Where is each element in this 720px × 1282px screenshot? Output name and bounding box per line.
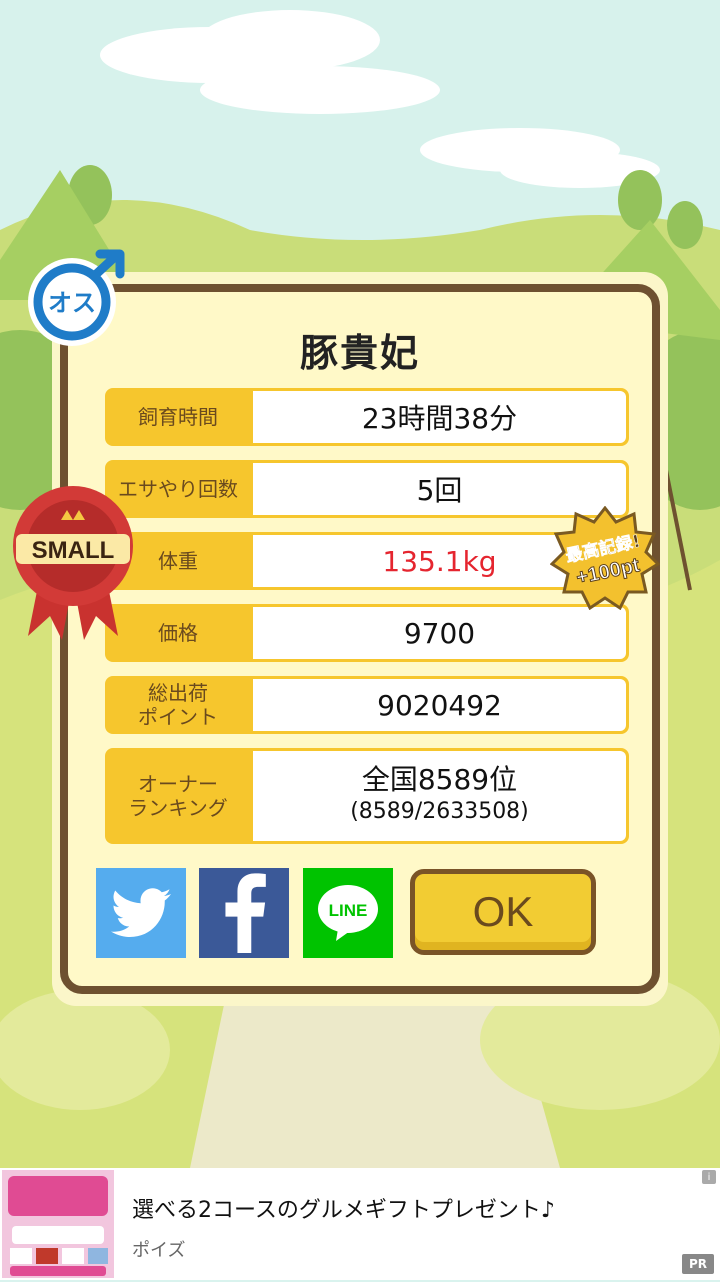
line-share-button[interactable]: LINE bbox=[303, 868, 393, 958]
best-record-badge: 最高記録! +100pt bbox=[549, 505, 661, 611]
line-label: LINE bbox=[329, 901, 368, 920]
ad-brand: ポイズ bbox=[132, 1240, 186, 1261]
ad-pr-label: PR bbox=[682, 1254, 714, 1274]
rosette-icon: SMALL bbox=[13, 486, 133, 640]
facebook-share-button[interactable] bbox=[199, 868, 289, 958]
row-breeding-time: 飼育時間 23時間38分 bbox=[105, 388, 629, 446]
size-label: SMALL bbox=[32, 537, 115, 564]
gender-label: オス bbox=[48, 289, 96, 317]
ad-title[interactable]: 選べる2コースのグルメギフトプレゼント♪ bbox=[132, 1192, 555, 1224]
row-price: 価格 9700 bbox=[105, 604, 629, 662]
row-value: 9020492 bbox=[253, 679, 626, 731]
ad-image bbox=[2, 1170, 114, 1278]
twitter-share-button[interactable] bbox=[96, 868, 186, 958]
row-total-points: 総出荷 ポイント 9020492 bbox=[105, 676, 629, 734]
row-value: 23時間38分 bbox=[253, 391, 626, 443]
size-small-badge: SMALL bbox=[10, 476, 136, 642]
ranking-detail: (8589/2633508) bbox=[350, 799, 529, 824]
gender-male-badge: オス bbox=[22, 248, 132, 348]
ranking-value: 全国8589位 bbox=[361, 763, 518, 796]
ad-info-icon[interactable]: i bbox=[702, 1170, 716, 1184]
row-owner-ranking: オーナー ランキング 全国8589位 (8589/2633508) bbox=[105, 748, 629, 844]
starburst-icon: 最高記録! +100pt bbox=[549, 505, 661, 611]
row-label: 飼育時間 bbox=[138, 405, 218, 429]
male-symbol-icon: オス bbox=[28, 249, 125, 346]
pet-name-title: 豚貴妃 bbox=[299, 331, 420, 375]
result-dialog: 豚貴妃 飼育時間 23時間38分 エサやり回数 5回 体重 135.1kg 価格… bbox=[60, 284, 660, 994]
background-scene: 豚貴妃 飼育時間 23時間38分 エサやり回数 5回 体重 135.1kg 価格… bbox=[0, 0, 720, 1168]
ad-banner[interactable]: 選べる2コースのグルメギフトプレゼント♪ ポイズ i PR bbox=[0, 1168, 720, 1280]
ok-button[interactable]: OK bbox=[410, 869, 596, 955]
ad-thumbnail bbox=[2, 1170, 114, 1278]
row-value: 全国8589位 (8589/2633508) bbox=[253, 751, 626, 841]
line-icon: LINE bbox=[318, 885, 378, 941]
twitter-icon bbox=[111, 888, 171, 937]
row-label: オーナー ランキング bbox=[128, 772, 228, 820]
facebook-icon bbox=[225, 873, 266, 953]
row-label: 総出荷 ポイント bbox=[138, 681, 218, 729]
row-value: 9700 bbox=[253, 607, 626, 659]
